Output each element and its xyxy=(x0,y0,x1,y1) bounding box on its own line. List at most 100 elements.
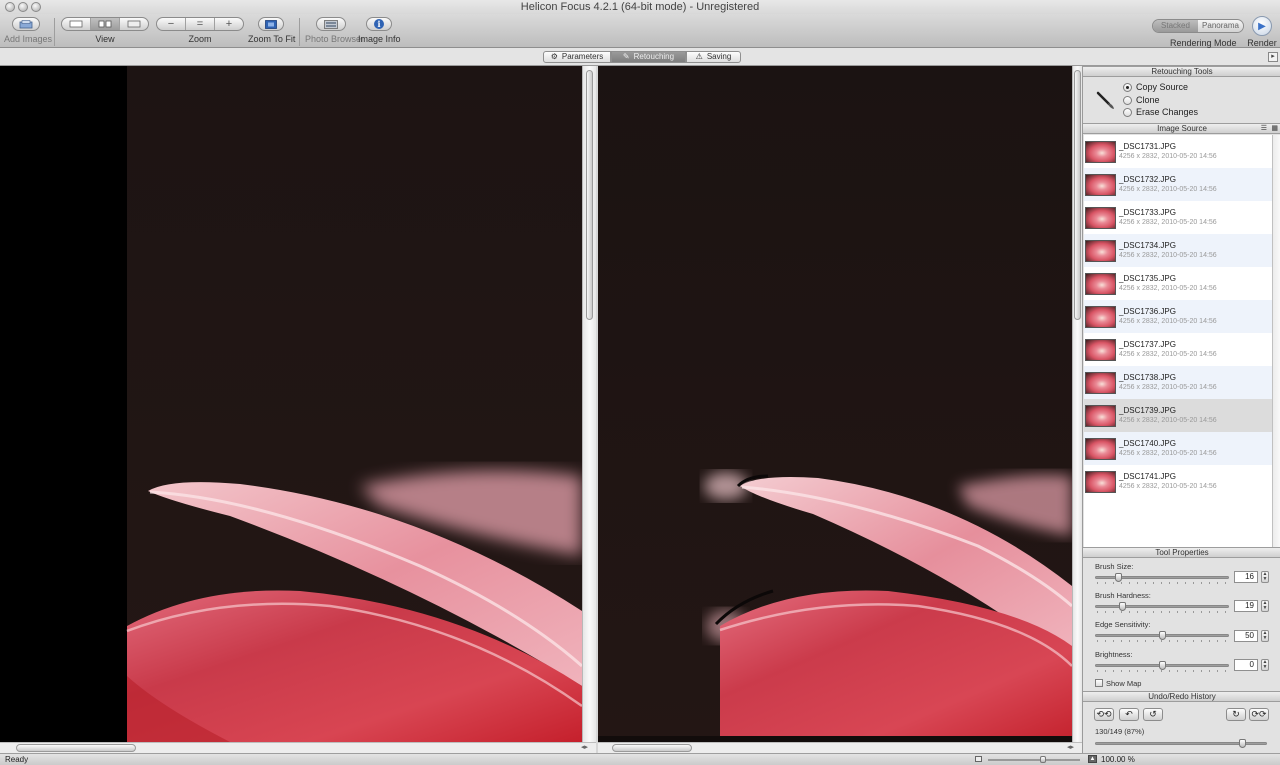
edge-sensitivity-stepper[interactable]: ▲ ▼ xyxy=(1261,630,1269,642)
show-map-label: Show Map xyxy=(1106,679,1142,688)
rendering-mode-toggle[interactable]: Stacked Panorama xyxy=(1152,19,1244,33)
mode-panorama-option[interactable]: Panorama xyxy=(1198,20,1243,32)
undo-to-mark-button[interactable]: ↶ xyxy=(1119,708,1139,721)
image-file-meta: 4256 x 2832, 2010-05-20 14:56 xyxy=(1119,219,1217,226)
image-source-text: _DSC1740.JPG 4256 x 2832, 2010-05-20 14:5… xyxy=(1119,439,1217,458)
edge-sensitivity-knob[interactable] xyxy=(1159,631,1166,640)
brush-size-ticks xyxy=(1097,582,1227,584)
zoom-window-icon[interactable] xyxy=(31,2,41,12)
source-horizontal-scrollbar[interactable]: ◂▸ xyxy=(0,742,596,753)
radio-clone[interactable] xyxy=(1123,95,1132,105)
edge-sensitivity-field[interactable]: 50 xyxy=(1234,630,1258,642)
tool-erase-changes[interactable]: Erase Changes xyxy=(1123,107,1198,117)
play-icon: ▶ xyxy=(1258,20,1266,32)
image-source-item[interactable]: _DSC1732.JPG 4256 x 2832, 2010-05-20 14:5… xyxy=(1084,168,1272,201)
image-source-item[interactable]: _DSC1736.JPG 4256 x 2832, 2010-05-20 14:5… xyxy=(1084,300,1272,333)
tool-clone-label: Clone xyxy=(1136,95,1160,105)
image-source-text: _DSC1731.JPG 4256 x 2832, 2010-05-20 14:5… xyxy=(1119,142,1217,161)
image-source-item[interactable]: _DSC1735.JPG 4256 x 2832, 2010-05-20 14:5… xyxy=(1084,267,1272,300)
image-file-name: _DSC1733.JPG xyxy=(1119,208,1176,217)
tab-retouching-label: Retouching xyxy=(633,52,675,61)
image-info-button[interactable]: i Image Info xyxy=(358,17,401,44)
undo-button[interactable]: ↺ xyxy=(1143,708,1163,721)
result-horizontal-scroll-thumb[interactable] xyxy=(612,744,692,752)
redo-button[interactable]: ↻ xyxy=(1226,708,1246,721)
thumbnail-view-icon[interactable]: ▦ xyxy=(1271,124,1278,133)
image-source-scrollbar[interactable] xyxy=(1272,135,1280,549)
brightness-field[interactable]: 0 xyxy=(1234,659,1258,671)
photo-browser-button[interactable]: Photo Browser xyxy=(305,17,364,44)
brush-hardness-stepper[interactable]: ▲ ▼ xyxy=(1261,600,1269,612)
zoom-large-icon[interactable]: ▲ xyxy=(1088,755,1097,763)
toggle-panel-button[interactable]: ▸ xyxy=(1268,52,1278,62)
tab-parameters[interactable]: ⚙ Parameters xyxy=(543,51,611,63)
radio-copy-source[interactable] xyxy=(1123,82,1132,92)
tab-parameters-label: Parameters xyxy=(561,52,604,61)
status-zoom-knob[interactable] xyxy=(1039,756,1046,763)
brush-size-knob[interactable] xyxy=(1115,573,1123,582)
redo-all-icon: ⟳⟳ xyxy=(1251,709,1267,719)
zoom-out-button[interactable]: − xyxy=(157,18,186,30)
scroll-arrows-icon[interactable]: ◂▸ xyxy=(1067,743,1074,753)
source-vertical-scrollbar[interactable] xyxy=(582,66,596,742)
result-vertical-scroll-thumb[interactable] xyxy=(1074,70,1081,320)
zoom-label: Zoom xyxy=(188,34,212,44)
image-file-meta: 4256 x 2832, 2010-05-20 14:56 xyxy=(1119,153,1217,160)
status-zoom-slider[interactable] xyxy=(988,759,1080,761)
image-file-meta: 4256 x 2832, 2010-05-20 14:56 xyxy=(1119,252,1217,259)
brush-size-field[interactable]: 16 xyxy=(1234,571,1258,583)
view-control: View xyxy=(60,17,150,44)
image-source-item[interactable]: _DSC1741.JPG 4256 x 2832, 2010-05-20 14:5… xyxy=(1084,465,1272,498)
tab-retouching[interactable]: ✎ Retouching xyxy=(611,51,686,63)
image-thumbnail xyxy=(1085,338,1116,361)
image-source-item[interactable]: _DSC1733.JPG 4256 x 2832, 2010-05-20 14:5… xyxy=(1084,201,1272,234)
scroll-arrows-icon[interactable]: ◂▸ xyxy=(581,743,588,753)
zoom-reset-button[interactable]: = xyxy=(186,18,215,30)
brightness-knob[interactable] xyxy=(1159,661,1166,670)
brush-size-stepper[interactable]: ▲ ▼ xyxy=(1261,571,1269,583)
tab-saving[interactable]: ⚠ Saving xyxy=(686,51,741,63)
image-file-meta: 4256 x 2832, 2010-05-20 14:56 xyxy=(1119,285,1217,292)
result-vertical-scrollbar[interactable] xyxy=(1072,66,1082,742)
tool-clone[interactable]: Clone xyxy=(1123,95,1160,105)
image-source-item[interactable]: _DSC1738.JPG 4256 x 2832, 2010-05-20 14:5… xyxy=(1084,366,1272,399)
tool-copy-source[interactable]: Copy Source xyxy=(1123,82,1188,92)
view-result-button[interactable] xyxy=(120,18,148,30)
image-source-item[interactable]: _DSC1740.JPG 4256 x 2832, 2010-05-20 14:5… xyxy=(1084,432,1272,465)
view-single-button[interactable] xyxy=(62,18,91,30)
brush-hardness-slider[interactable] xyxy=(1095,605,1229,608)
brightness-stepper[interactable]: ▲ ▼ xyxy=(1261,659,1269,671)
zoom-to-fit-button[interactable]: Zoom To Fit xyxy=(248,17,295,44)
brush-hardness-knob[interactable] xyxy=(1119,602,1127,611)
minimize-window-icon[interactable] xyxy=(18,2,28,12)
zoom-small-icon[interactable] xyxy=(975,756,982,762)
zoom-in-button[interactable]: + xyxy=(215,18,243,30)
close-window-icon[interactable] xyxy=(5,2,15,12)
image-file-name: _DSC1738.JPG xyxy=(1119,373,1176,382)
result-horizontal-scrollbar[interactable]: ◂▸ xyxy=(598,742,1082,753)
source-photo xyxy=(0,66,582,742)
add-images-button[interactable]: Add Images xyxy=(4,17,52,44)
image-info-label: Image Info xyxy=(358,34,401,44)
image-source-item[interactable]: _DSC1737.JPG 4256 x 2832, 2010-05-20 14:5… xyxy=(1084,333,1272,366)
image-source-item[interactable]: _DSC1734.JPG 4256 x 2832, 2010-05-20 14:5… xyxy=(1084,234,1272,267)
radio-erase-changes[interactable] xyxy=(1123,107,1132,117)
render-button[interactable]: ▶ xyxy=(1252,16,1272,36)
brush-hardness-field[interactable]: 19 xyxy=(1234,600,1258,612)
source-vertical-scroll-thumb[interactable] xyxy=(586,70,593,320)
image-source-item[interactable]: _DSC1739.JPG 4256 x 2832, 2010-05-20 14:5… xyxy=(1084,399,1272,432)
show-map-checkbox[interactable] xyxy=(1095,679,1103,687)
list-view-icon[interactable]: ☰ xyxy=(1261,124,1267,133)
history-knob[interactable] xyxy=(1239,739,1247,748)
image-source-item[interactable]: _DSC1731.JPG 4256 x 2832, 2010-05-20 14:5… xyxy=(1084,135,1272,168)
view-split-button[interactable] xyxy=(91,18,120,30)
image-file-name: _DSC1735.JPG xyxy=(1119,274,1176,283)
result-image-view[interactable] xyxy=(598,66,1072,742)
source-horizontal-scroll-thumb[interactable] xyxy=(16,744,136,752)
redo-all-button[interactable]: ⟳⟳ xyxy=(1249,708,1269,721)
undo-all-button[interactable]: ⟲⟲ xyxy=(1094,708,1114,721)
source-image-view[interactable] xyxy=(0,66,582,742)
mode-stacked-option[interactable]: Stacked xyxy=(1153,20,1198,32)
image-thumbnail xyxy=(1085,239,1116,262)
image-file-name: _DSC1740.JPG xyxy=(1119,439,1176,448)
